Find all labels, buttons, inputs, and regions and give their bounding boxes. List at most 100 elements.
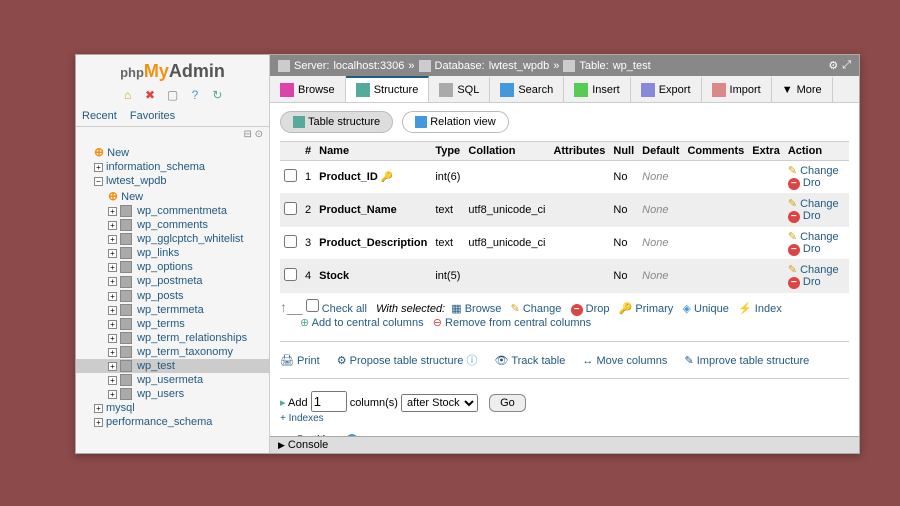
go-button[interactable]: Go: [489, 394, 526, 412]
bc-table[interactable]: wp_test: [613, 60, 651, 72]
logout-icon[interactable]: ✖: [143, 88, 157, 102]
subtab-relation-view[interactable]: Relation view: [402, 111, 508, 133]
add-qty-input[interactable]: [311, 391, 347, 412]
table-row: 4Stockint(5)NoNone✎ Change − Dro: [280, 260, 849, 293]
tree-table-wp-term-relationships[interactable]: + wp_term_relationships: [76, 331, 269, 345]
sql-icon[interactable]: ▢: [166, 88, 180, 102]
expand-icon[interactable]: +: [108, 390, 117, 399]
tree-table-wp-gglcptch-whitelist[interactable]: + wp_gglcptch_whitelist: [76, 232, 269, 246]
tool-track[interactable]: 👁 Track table: [495, 355, 566, 367]
action-change[interactable]: ✎ Change: [788, 264, 839, 276]
tree-table-wp-links[interactable]: + wp_links: [76, 246, 269, 260]
row-checkbox[interactable]: [284, 202, 297, 215]
tool-print[interactable]: 🖨 Print: [280, 355, 320, 367]
divider: [280, 341, 849, 342]
tool-improve[interactable]: ✎ Improve table structure: [684, 355, 809, 367]
tree-new[interactable]: ⊕ New: [76, 144, 269, 160]
tree-table-wp-options[interactable]: + wp_options: [76, 260, 269, 274]
bulk-browse[interactable]: ▦ Browse: [451, 303, 501, 315]
tree-table-wp-term-taxonomy[interactable]: + wp_term_taxonomy: [76, 345, 269, 359]
reload-icon[interactable]: ↻: [210, 88, 224, 102]
add-column-row: ▸ Add column(s) after Stock Go + Indexes: [280, 385, 849, 430]
tab-search[interactable]: Search: [490, 76, 564, 102]
indexes-link[interactable]: + Indexes: [280, 413, 324, 424]
bc-server[interactable]: localhost:3306: [333, 60, 404, 72]
expand-icon[interactable]: +: [108, 320, 117, 329]
console-bar[interactable]: ▶Console: [270, 436, 859, 453]
expand-icon[interactable]: +: [94, 163, 103, 172]
bulk-primary[interactable]: 🔑 Primary: [619, 303, 674, 315]
subtab-table-structure[interactable]: Table structure: [280, 111, 393, 133]
bulk-change[interactable]: ✎ Change: [511, 303, 562, 315]
action-drop[interactable]: − Dro: [788, 177, 821, 189]
expand-icon[interactable]: +: [94, 404, 103, 413]
bulk-unique[interactable]: ◈ Unique: [682, 303, 728, 315]
expand-icon[interactable]: +: [108, 362, 117, 371]
expand-icon[interactable]: +: [108, 277, 117, 286]
bulk-actions: ↑__ Check all With selected: ▦ Browse ✎ …: [280, 293, 849, 335]
action-change[interactable]: ✎ Change: [788, 165, 839, 177]
tab-import[interactable]: Import: [702, 76, 772, 102]
tab-insert[interactable]: Insert: [564, 76, 631, 102]
tab-sql[interactable]: SQL: [429, 76, 490, 102]
row-checkbox[interactable]: [284, 169, 297, 182]
recent-tabs: Recent Favorites: [76, 106, 269, 127]
tree-collapse-toggle[interactable]: ⊟ ⊙: [76, 127, 269, 142]
tool-propose[interactable]: ⚙ Propose table structure ⓘ: [337, 355, 478, 367]
tree-table-wp-comments[interactable]: + wp_comments: [76, 218, 269, 232]
tree-db-information-schema[interactable]: +information_schema: [76, 160, 269, 174]
expand-icon[interactable]: +: [108, 376, 117, 385]
collapse-icon[interactable]: −: [94, 177, 103, 186]
action-change[interactable]: ✎ Change: [788, 198, 839, 210]
expand-icon[interactable]: +: [108, 249, 117, 258]
exit-icon[interactable]: ⤢: [842, 59, 851, 72]
tab-recent[interactable]: Recent: [82, 110, 117, 122]
tree-table-wp-users[interactable]: + wp_users: [76, 387, 269, 401]
expand-icon[interactable]: +: [108, 292, 117, 301]
action-drop[interactable]: − Dro: [788, 276, 821, 288]
tree-table-wp-commentmeta[interactable]: + wp_commentmeta: [76, 204, 269, 218]
tab-export[interactable]: Export: [631, 76, 702, 102]
bc-db[interactable]: lwtest_wpdb: [489, 60, 550, 72]
tab-more[interactable]: ▼ More: [772, 76, 833, 102]
tree-table-wp-termmeta[interactable]: + wp_termmeta: [76, 303, 269, 317]
tree-db-lwtest-wpdb[interactable]: −lwtest_wpdb: [76, 174, 269, 188]
tab-favorites[interactable]: Favorites: [130, 110, 175, 122]
row-checkbox[interactable]: [284, 268, 297, 281]
add-where-select[interactable]: after Stock: [401, 394, 478, 412]
remove-central-columns[interactable]: ⊖ Remove from central columns: [433, 317, 591, 329]
gear-icon[interactable]: ⚙: [828, 59, 838, 72]
tab-structure[interactable]: Structure: [346, 76, 430, 102]
docs-icon[interactable]: ?: [188, 88, 202, 102]
expand-icon[interactable]: +: [108, 306, 117, 315]
expand-icon[interactable]: +: [108, 221, 117, 230]
tool-move[interactable]: ↔ Move columns: [582, 355, 667, 367]
expand-icon[interactable]: +: [94, 418, 103, 427]
expand-icon[interactable]: +: [108, 263, 117, 272]
tree-db-performance-schema[interactable]: +performance_schema: [76, 415, 269, 429]
expand-icon[interactable]: +: [108, 334, 117, 343]
bulk-drop[interactable]: − Drop: [571, 303, 610, 315]
bulk-index[interactable]: ⚡ Index: [738, 303, 782, 315]
action-drop[interactable]: − Dro: [788, 210, 821, 222]
home-icon[interactable]: ⌂: [121, 88, 135, 102]
tree-table-wp-usermeta[interactable]: + wp_usermeta: [76, 373, 269, 387]
tree-db-mysql[interactable]: +mysql: [76, 401, 269, 415]
tree-table-wp-posts[interactable]: + wp_posts: [76, 289, 269, 303]
expand-icon[interactable]: +: [108, 207, 117, 216]
export-icon: [641, 83, 655, 97]
tree-table-wp-postmeta[interactable]: + wp_postmeta: [76, 274, 269, 288]
action-drop[interactable]: − Dro: [788, 243, 821, 255]
row-checkbox[interactable]: [284, 235, 297, 248]
expand-icon[interactable]: +: [108, 348, 117, 357]
tree-table-wp-terms[interactable]: + wp_terms: [76, 317, 269, 331]
tree-new-table[interactable]: ⊕ New: [76, 188, 269, 204]
action-change[interactable]: ✎ Change: [788, 231, 839, 243]
add-central-columns[interactable]: ⊕ Add to central columns: [300, 317, 424, 329]
tree-table-wp-test[interactable]: + wp_test: [76, 359, 269, 373]
check-all[interactable]: [306, 299, 319, 312]
check-all-label[interactable]: Check all: [322, 303, 367, 315]
expand-icon[interactable]: +: [108, 235, 117, 244]
tab-browse[interactable]: Browse: [270, 76, 346, 102]
structure-icon: [293, 116, 305, 128]
